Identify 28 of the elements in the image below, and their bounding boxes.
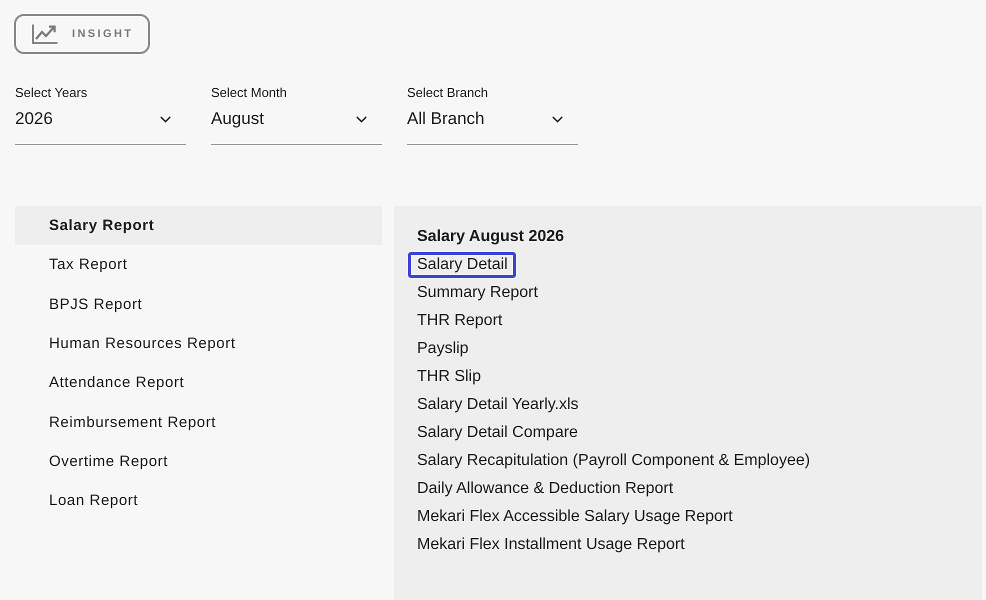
sidebar-item[interactable]: Tax Report (15, 245, 382, 285)
report-link[interactable]: Summary Report (408, 280, 546, 306)
select-field[interactable]: August (211, 101, 382, 145)
sidebar-item[interactable]: Loan Report (15, 481, 382, 520)
report-link[interactable]: THR Report (408, 308, 510, 334)
sidebar-item[interactable]: Attendance Report (15, 363, 382, 402)
filter-label: Select Branch (407, 85, 488, 101)
report-link[interactable]: Salary Detail (408, 252, 516, 278)
sidebar-item[interactable]: BPJS Report (15, 284, 382, 324)
sidebar-item[interactable]: Salary Report (15, 206, 382, 246)
report-link[interactable]: THR Slip (408, 364, 490, 390)
report-link[interactable]: Mekari Flex Installment Usage Report (408, 532, 693, 558)
sidebar-item[interactable]: Overtime Report (15, 442, 382, 482)
filter-label: Select Years (15, 85, 88, 101)
report-link[interactable]: Salary Detail Compare (408, 420, 586, 446)
filter-label: Select Month (211, 85, 287, 101)
sidebar-item[interactable]: Human Resources Report (15, 324, 382, 364)
select-field[interactable]: 2026 (15, 101, 186, 145)
panel-title: Salary August 2026 (417, 227, 564, 247)
report-link[interactable]: Salary Detail Yearly.xls (408, 392, 587, 418)
report-link[interactable]: Salary Recapitulation (Payroll Component & Employee) (408, 448, 818, 474)
trend-chart-icon (32, 24, 58, 44)
report-link[interactable]: Mekari Flex Accessible Salary Usage Report (408, 504, 741, 530)
report-link[interactable]: Payslip (408, 336, 477, 362)
insight-button[interactable]: INSIGHT (14, 14, 150, 54)
select-field[interactable]: All Branch (407, 101, 578, 145)
sidebar-item[interactable]: Reimbursement Report (15, 402, 382, 442)
report-link[interactable]: Daily Allowance & Deduction Report (408, 476, 682, 502)
